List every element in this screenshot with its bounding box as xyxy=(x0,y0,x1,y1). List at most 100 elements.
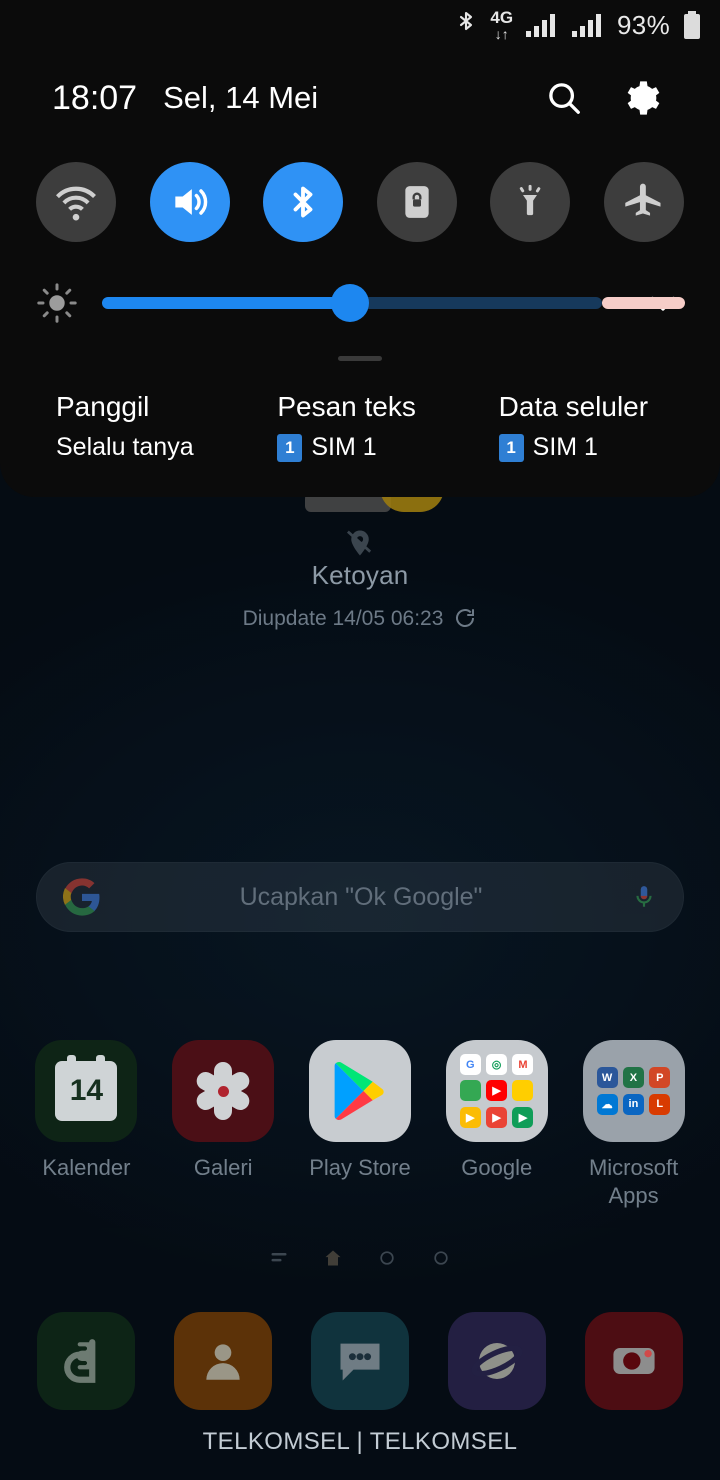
sim-subtitle-row: Selalu tanya xyxy=(56,433,277,462)
microphone-icon[interactable] xyxy=(631,879,657,915)
clock[interactable]: 18:07 xyxy=(52,79,137,118)
toggle-airplane-mode[interactable] xyxy=(603,162,684,242)
volume-icon xyxy=(174,189,207,215)
sim-subtitle: SIM 1 xyxy=(311,433,377,461)
mini-icon-play-movies: ▶ xyxy=(486,1106,508,1128)
sim-subtitle: SIM 1 xyxy=(532,433,598,461)
mini-icon-play-music: ▶ xyxy=(459,1106,481,1128)
dock xyxy=(0,1312,720,1410)
sim-title: Panggil xyxy=(56,391,150,422)
app-folder-microsoft[interactable]: W X P ☁ in L Microsoft Apps xyxy=(572,1040,696,1210)
signal-bars-icon xyxy=(572,14,602,37)
slider-track-remaining xyxy=(349,297,602,309)
date[interactable]: Sel, 14 Mei xyxy=(163,80,318,116)
mini-icon-google: G xyxy=(459,1054,481,1075)
mini-icon-word: W xyxy=(596,1067,618,1088)
slider-track-filled xyxy=(102,297,349,309)
wifi-icon xyxy=(56,186,96,221)
weather-updated-text: Diupdate 14/05 06:23 xyxy=(242,607,444,630)
app-play-store[interactable]: Play Store xyxy=(298,1040,422,1210)
toggle-bluetooth[interactable] xyxy=(263,162,344,242)
status-bar: 4G ↓↑ 93% xyxy=(0,0,720,50)
page-dot-icon[interactable] xyxy=(377,1248,397,1268)
dock-camera-icon[interactable] xyxy=(584,1312,683,1410)
carrier-label: TELKOMSEL | TELKOMSEL xyxy=(202,1428,518,1455)
sim-title: Data seluler xyxy=(498,391,649,422)
app-folder-google[interactable]: G ◎ M ▶ ▶ ▶ ▶ Google xyxy=(435,1040,559,1210)
flashlight-icon xyxy=(520,184,541,216)
location-off-icon xyxy=(0,528,720,556)
airplane-icon xyxy=(625,183,661,216)
mini-icon-youtube: ▶ xyxy=(486,1080,508,1102)
mini-icon-play-games: ▶ xyxy=(512,1106,534,1128)
dock-contacts-icon[interactable] xyxy=(174,1312,273,1410)
app-label: Kalender xyxy=(42,1155,131,1180)
search-placeholder: Ucapkan "Ok Google" xyxy=(239,882,483,911)
quick-toggles xyxy=(0,162,720,242)
app-label: Google xyxy=(461,1155,533,1180)
app-galeri[interactable]: Galeri xyxy=(161,1040,285,1210)
mini-icon-powerpoint: P xyxy=(649,1067,671,1088)
refresh-icon[interactable] xyxy=(453,607,477,631)
page-indicator xyxy=(0,1248,720,1268)
mini-icon-linkedin: in xyxy=(622,1093,644,1115)
app-label: Galeri xyxy=(193,1155,253,1180)
quick-panel-header: 18:07 Sel, 14 Mei xyxy=(0,60,720,136)
weather-updated-row[interactable]: Diupdate 14/05 06:23 xyxy=(0,607,720,631)
mini-icon-maps xyxy=(459,1080,481,1102)
mini-icon-chrome: ◎ xyxy=(486,1054,508,1075)
sim-badge: 1 xyxy=(277,433,303,462)
page-dot-icon[interactable] xyxy=(431,1248,451,1268)
slider-track-warm xyxy=(602,297,685,309)
weather-city: Ketoyan xyxy=(311,560,409,590)
screen-lock-rotation-icon xyxy=(405,186,429,218)
quick-settings-panel: 4G ↓↑ 93% 18:07 Sel, 14 Mei Panggil Sela… xyxy=(0,0,720,497)
signal-bars-icon xyxy=(526,14,556,37)
dock-phone-icon[interactable] xyxy=(37,1312,136,1410)
gallery-flower-icon xyxy=(172,1040,275,1142)
battery-icon xyxy=(684,11,700,39)
sim-subtitle: Selalu tanya xyxy=(56,433,194,461)
bluetooth-icon xyxy=(460,11,473,31)
dock-internet-icon[interactable] xyxy=(447,1312,546,1410)
mini-icon-office-lens: L xyxy=(649,1093,671,1115)
gear-icon[interactable] xyxy=(616,72,668,124)
calendar-date: 14 xyxy=(55,1055,118,1121)
sim-title: Pesan teks xyxy=(277,391,416,422)
bixby-home-icon[interactable] xyxy=(269,1248,289,1268)
google-search-bar[interactable]: Ucapkan "Ok Google" xyxy=(36,862,684,932)
sim-item-call[interactable]: Panggil Selalu tanya xyxy=(56,391,277,462)
app-kalender[interactable]: 14 Kalender xyxy=(24,1040,148,1210)
app-label: Microsoft Apps xyxy=(588,1155,679,1208)
play-store-icon xyxy=(308,1040,411,1142)
sim-subtitle-row: 1 SIM 1 xyxy=(277,433,498,462)
toggle-flashlight[interactable] xyxy=(490,162,571,242)
home-page-icon[interactable] xyxy=(323,1248,343,1268)
mini-icon-excel: X xyxy=(622,1067,644,1088)
toggle-auto-rotate[interactable] xyxy=(376,162,457,242)
folder-google-icon: G ◎ M ▶ ▶ ▶ ▶ xyxy=(445,1040,548,1142)
mini-icon-drive xyxy=(512,1080,534,1102)
app-label: Play Store xyxy=(309,1155,411,1180)
battery-percent: 93% xyxy=(617,9,670,40)
sim-badge: 1 xyxy=(498,433,524,462)
brightness-slider[interactable] xyxy=(102,284,685,322)
brightness-row xyxy=(0,280,720,326)
sim-info-row: Panggil Selalu tanya Pesan teks 1 SIM 1 … xyxy=(0,391,720,462)
search-icon[interactable] xyxy=(538,72,590,124)
mini-icon-gmail: M xyxy=(512,1054,534,1075)
toggle-wifi[interactable] xyxy=(36,162,116,242)
folder-microsoft-icon: W X P ☁ in L xyxy=(582,1040,685,1142)
sim-item-mobile-data[interactable]: Data seluler 1 SIM 1 xyxy=(498,391,720,462)
sim-item-text-message[interactable]: Pesan teks 1 SIM 1 xyxy=(277,391,498,462)
bluetooth-icon xyxy=(293,186,313,218)
toggle-sound[interactable] xyxy=(149,162,230,242)
panel-drag-handle[interactable] xyxy=(338,356,382,361)
app-grid: 14 Kalender Galeri Play Store G ◎ M ▶ ▶ … xyxy=(0,1040,720,1210)
calendar-icon: 14 xyxy=(35,1040,138,1142)
brightness-icon[interactable] xyxy=(34,280,80,326)
network-type-indicator: 4G ↓↑ xyxy=(490,8,514,42)
dock-messages-icon[interactable] xyxy=(310,1312,409,1410)
sim-subtitle-row: 1 SIM 1 xyxy=(498,433,720,462)
slider-thumb[interactable] xyxy=(331,284,369,322)
